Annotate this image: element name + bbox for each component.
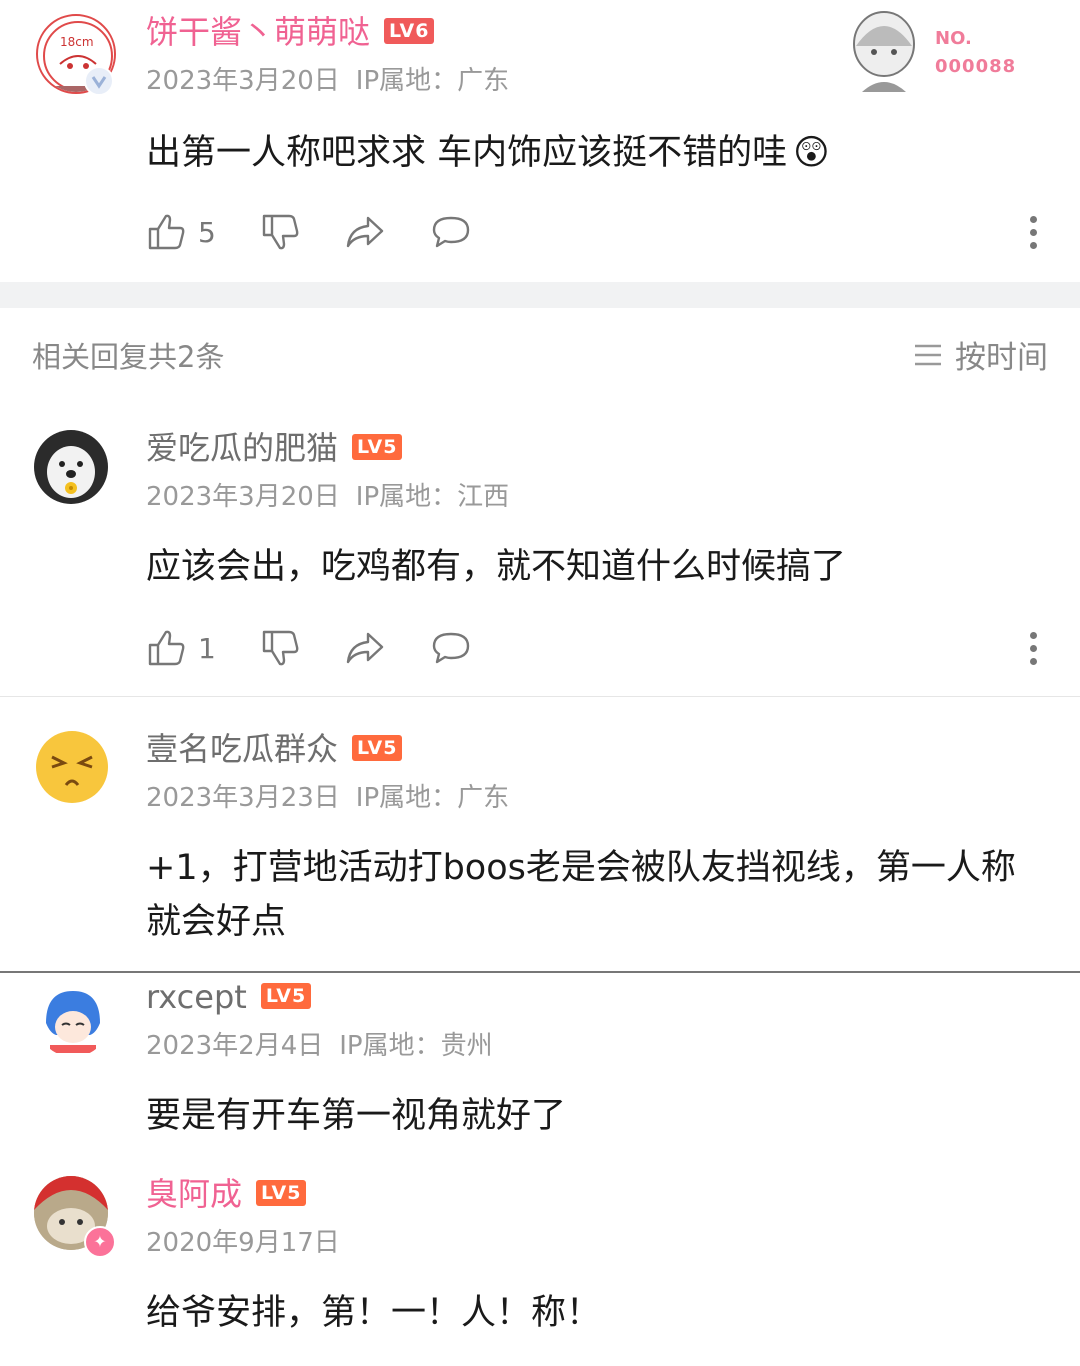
- more-options-button[interactable]: [1030, 212, 1038, 252]
- thumbs-up-icon: [148, 630, 185, 666]
- comment-date: 2023年3月20日: [146, 66, 340, 96]
- more-dot-icon: [1030, 645, 1037, 652]
- comment-text: 应该会出，吃鸡都有，就不知道什么时候搞了: [146, 547, 847, 587]
- fan-card-number: 000088: [935, 56, 1017, 77]
- dislike-button[interactable]: [260, 212, 300, 252]
- more-dot-icon: [1030, 242, 1037, 249]
- comment-bubble-icon: [432, 216, 470, 248]
- comment-date: 2023年2月4日: [146, 1031, 324, 1061]
- like-count: 1: [198, 631, 216, 665]
- more-dot-icon: [1030, 229, 1037, 236]
- section-divider: [0, 282, 1080, 308]
- avatar[interactable]: [36, 983, 110, 1057]
- surprised-emoji-icon: 😲: [793, 133, 830, 173]
- comment-date: 2020年9月17日: [146, 1228, 340, 1258]
- share-button[interactable]: [344, 628, 386, 668]
- like-button[interactable]: 1: [146, 628, 216, 668]
- vip-badge-icon: ✦: [84, 1226, 116, 1258]
- fan-card[interactable]: NO. 000088: [842, 6, 1042, 96]
- like-button[interactable]: 5: [146, 212, 216, 252]
- fan-card-label: NO.: [935, 28, 972, 49]
- comment-text: 出第一人称吧求求 车内饰应该挺不错的哇 😲: [146, 133, 830, 173]
- thumbs-up-icon: [148, 214, 185, 250]
- comment-date: 2023年3月23日: [146, 783, 340, 813]
- reply-item: 爱吃瓜的肥猫 LV5 2023年3月20日 IP属地：江西 应该会出，吃鸡都有，就不…: [0, 398, 1080, 696]
- sort-button[interactable]: 按时间: [913, 332, 1048, 377]
- sort-label: 按时间: [955, 340, 1048, 376]
- comment-actions: 1: [146, 628, 1046, 668]
- white-dog-icon: [47, 446, 95, 498]
- reply-button[interactable]: [430, 212, 472, 252]
- ip-location: IP属地：贵州: [339, 1031, 493, 1061]
- ip-location: IP属地：江西: [355, 482, 510, 512]
- comment-text: 要是有开车第一视角就好了: [146, 1096, 567, 1136]
- level-badge: LV5: [352, 735, 403, 761]
- comment-date: 2023年3月20日: [146, 482, 340, 512]
- like-count: 5: [198, 215, 216, 249]
- annoyed-emoji-icon: [37, 732, 107, 802]
- share-icon: [346, 632, 384, 664]
- comment-meta: 2023年2月4日 IP属地：贵州: [146, 1025, 493, 1062]
- more-dot-icon: [1030, 658, 1037, 665]
- blue-hair-girl-icon: [46, 991, 100, 1053]
- ip-location: IP属地：广东: [355, 783, 510, 813]
- main-comment: 18cm 饼干酱丶萌萌哒 LV6 2023年3月20日 IP属地：广东 NO. 00…: [0, 0, 1080, 282]
- comment-meta: 2020年9月17日: [146, 1222, 340, 1259]
- comment-text: +1，打营地活动打boos老是会被队友挡视线，第一人称就会好点: [146, 848, 1016, 942]
- more-dot-icon: [1030, 632, 1037, 639]
- reply-count: 相关回复共2条: [32, 340, 225, 374]
- level-badge: LV6: [384, 18, 435, 44]
- share-button[interactable]: [344, 212, 386, 252]
- username[interactable]: 爱吃瓜的肥猫 LV5: [146, 428, 403, 468]
- dislike-button[interactable]: [260, 628, 300, 668]
- reply-button[interactable]: [430, 628, 472, 668]
- reply-item: rxcept LV5 2023年2月4日 IP属地：贵州 要是有开车第一视角就好了: [0, 973, 1080, 1169]
- level-badge: LV5: [256, 1180, 307, 1206]
- more-options-button[interactable]: [1030, 628, 1038, 668]
- username[interactable]: 壹名吃瓜群众 LV5: [146, 729, 403, 769]
- username[interactable]: 臭阿成 LV5: [146, 1174, 307, 1214]
- svg-text:18cm: 18cm: [60, 35, 94, 49]
- level-badge: LV5: [352, 434, 403, 460]
- verified-icon: [84, 66, 114, 96]
- reply-item: ✦ 臭阿成 LV5 2020年9月17日 给爷安排，第！一！人！称！: [0, 1170, 1080, 1366]
- username[interactable]: 饼干酱丶萌萌哒 LV6: [146, 12, 435, 52]
- avatar[interactable]: [36, 731, 108, 803]
- reply-item: 壹名吃瓜群众 LV5 2023年3月23日 IP属地：广东 +1，打营地活动打boo…: [0, 697, 1080, 971]
- comment-text: 给爷安排，第！一！人！称！: [146, 1293, 602, 1333]
- replies-header: 相关回复共2条 按时间: [0, 308, 1080, 398]
- comment-meta: 2023年3月20日 IP属地：江西: [146, 476, 509, 513]
- username[interactable]: rxcept LV5: [146, 977, 312, 1017]
- thumbs-down-icon: [262, 214, 299, 250]
- more-dot-icon: [1030, 216, 1037, 223]
- anime-girl-icon: [853, 11, 915, 92]
- comment-bubble-icon: [432, 632, 470, 664]
- comment-meta: 2023年3月20日 IP属地：广东: [146, 60, 509, 97]
- ip-location: IP属地：广东: [355, 66, 510, 96]
- sort-lines-icon: [915, 344, 941, 365]
- avatar[interactable]: [34, 430, 108, 504]
- comment-actions: 5: [146, 212, 1046, 252]
- share-icon: [346, 216, 384, 248]
- thumbs-down-icon: [262, 630, 299, 666]
- level-badge: LV5: [260, 983, 312, 1009]
- comment-meta: 2023年3月23日 IP属地：广东: [146, 777, 509, 814]
